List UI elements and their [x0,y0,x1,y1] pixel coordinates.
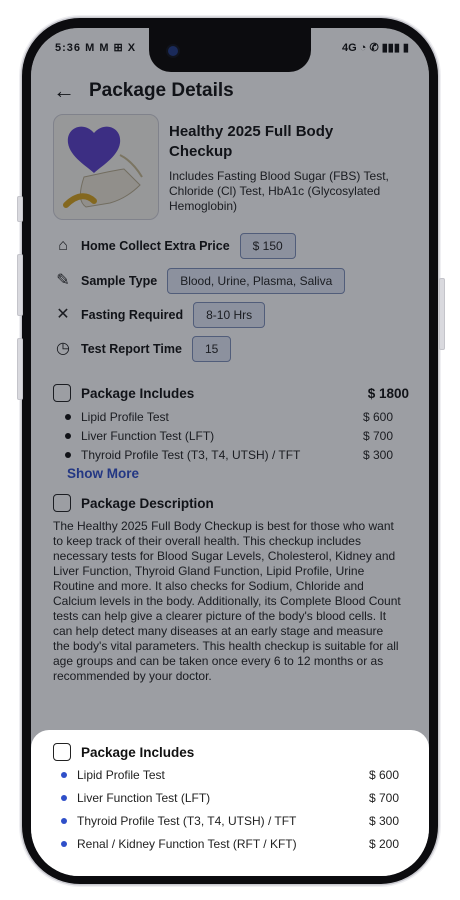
bullet [61,840,67,847]
side-button [17,196,23,222]
sheet-list: Lipid Profile Test $ 600 Liver Function T… [61,763,399,855]
list-item: Liver Function Test (LFT) $ 700 [61,786,399,809]
power-button [439,278,445,350]
sheet-title: Package Includes [81,744,195,760]
volume-up-button [17,254,23,316]
screen: 5:36 M M ⊞ X 4G ◔ ✆ ▮▮▮ ▮ ← Package Deta… [31,28,429,876]
bottom-sheet: Package Includes Lipid Profile Test $ 600… [31,730,429,876]
bullet [61,817,67,824]
camera [168,46,178,56]
list-item: Thyroid Profile Test (T3, T4, UTSH) / TF… [61,809,399,832]
list-item: Lipid Profile Test $ 600 [61,763,399,786]
list-item: Renal / Kidney Function Test (RFT / KFT)… [61,832,399,855]
bullet [61,794,67,801]
package-box-icon [53,743,71,761]
sheet-header: Package Includes [53,743,194,761]
bullet [61,771,67,778]
volume-down-button [17,338,23,400]
